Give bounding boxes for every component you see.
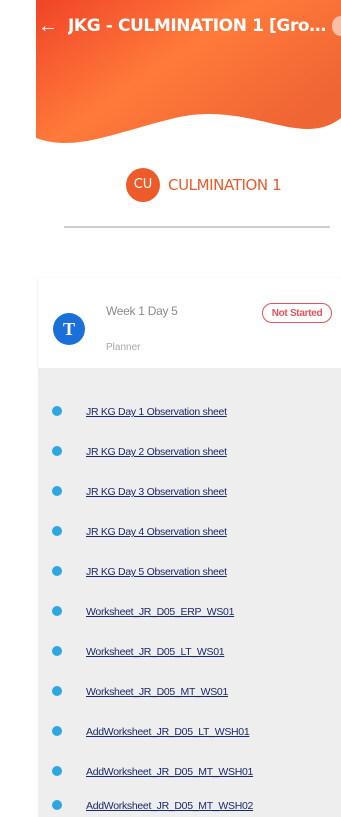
- session-subtitle: Planner: [106, 342, 141, 353]
- bullet-icon: [52, 646, 62, 656]
- bullet-icon: [52, 606, 62, 616]
- bullet-icon: [52, 766, 62, 776]
- resource-link[interactable]: Worksheet_JR_D05_MT_WS01: [86, 682, 228, 702]
- resource-link[interactable]: Worksheet_JR_D05_ERP_WS01: [86, 602, 234, 622]
- resource-link[interactable]: JR KG Day 4 Observation sheet: [86, 522, 227, 542]
- resource-link[interactable]: JR KG Day 1 Observation sheet: [86, 402, 227, 422]
- back-arrow-icon[interactable]: ←: [36, 12, 60, 40]
- header-banner: ← JKG - CULMINATION 1 [Grou...: [0, 0, 341, 150]
- avatar: T: [53, 313, 85, 345]
- resource-link[interactable]: JR KG Day 5 Observation sheet: [86, 562, 227, 582]
- divider: [64, 226, 330, 228]
- resource-link[interactable]: AddWorksheet_JR_D05_MT_WSH02: [86, 796, 253, 816]
- status-badge: Not Started: [262, 303, 332, 323]
- more-icon[interactable]: [332, 16, 341, 36]
- course-header: CU CULMINATION 1: [0, 160, 341, 210]
- course-badge: CU: [126, 168, 160, 202]
- page-title: JKG - CULMINATION 1 [Grou...: [68, 16, 332, 36]
- resource-link[interactable]: AddWorksheet_JR_D05_LT_WSH01: [86, 722, 250, 742]
- course-name: CULMINATION 1: [168, 176, 282, 194]
- resource-link[interactable]: AddWorksheet_JR_D05_MT_WSH01: [86, 762, 253, 782]
- session-title: Week 1 Day 5: [106, 304, 178, 318]
- bullet-icon: [52, 486, 62, 496]
- resource-list: [38, 368, 341, 817]
- bullet-icon: [52, 526, 62, 536]
- bullet-icon: [52, 800, 62, 810]
- bullet-icon: [52, 566, 62, 576]
- bullet-icon: [52, 726, 62, 736]
- resource-link[interactable]: JR KG Day 2 Observation sheet: [86, 442, 227, 462]
- resource-link[interactable]: Worksheet_JR_D05_LT_WS01: [86, 642, 225, 662]
- bullet-icon: [52, 446, 62, 456]
- resource-link[interactable]: JR KG Day 3 Observation sheet: [86, 482, 227, 502]
- bullet-icon: [52, 686, 62, 696]
- bullet-icon: [52, 406, 62, 416]
- session-card[interactable]: T Week 1 Day 5 Planner Not Started: [38, 278, 341, 368]
